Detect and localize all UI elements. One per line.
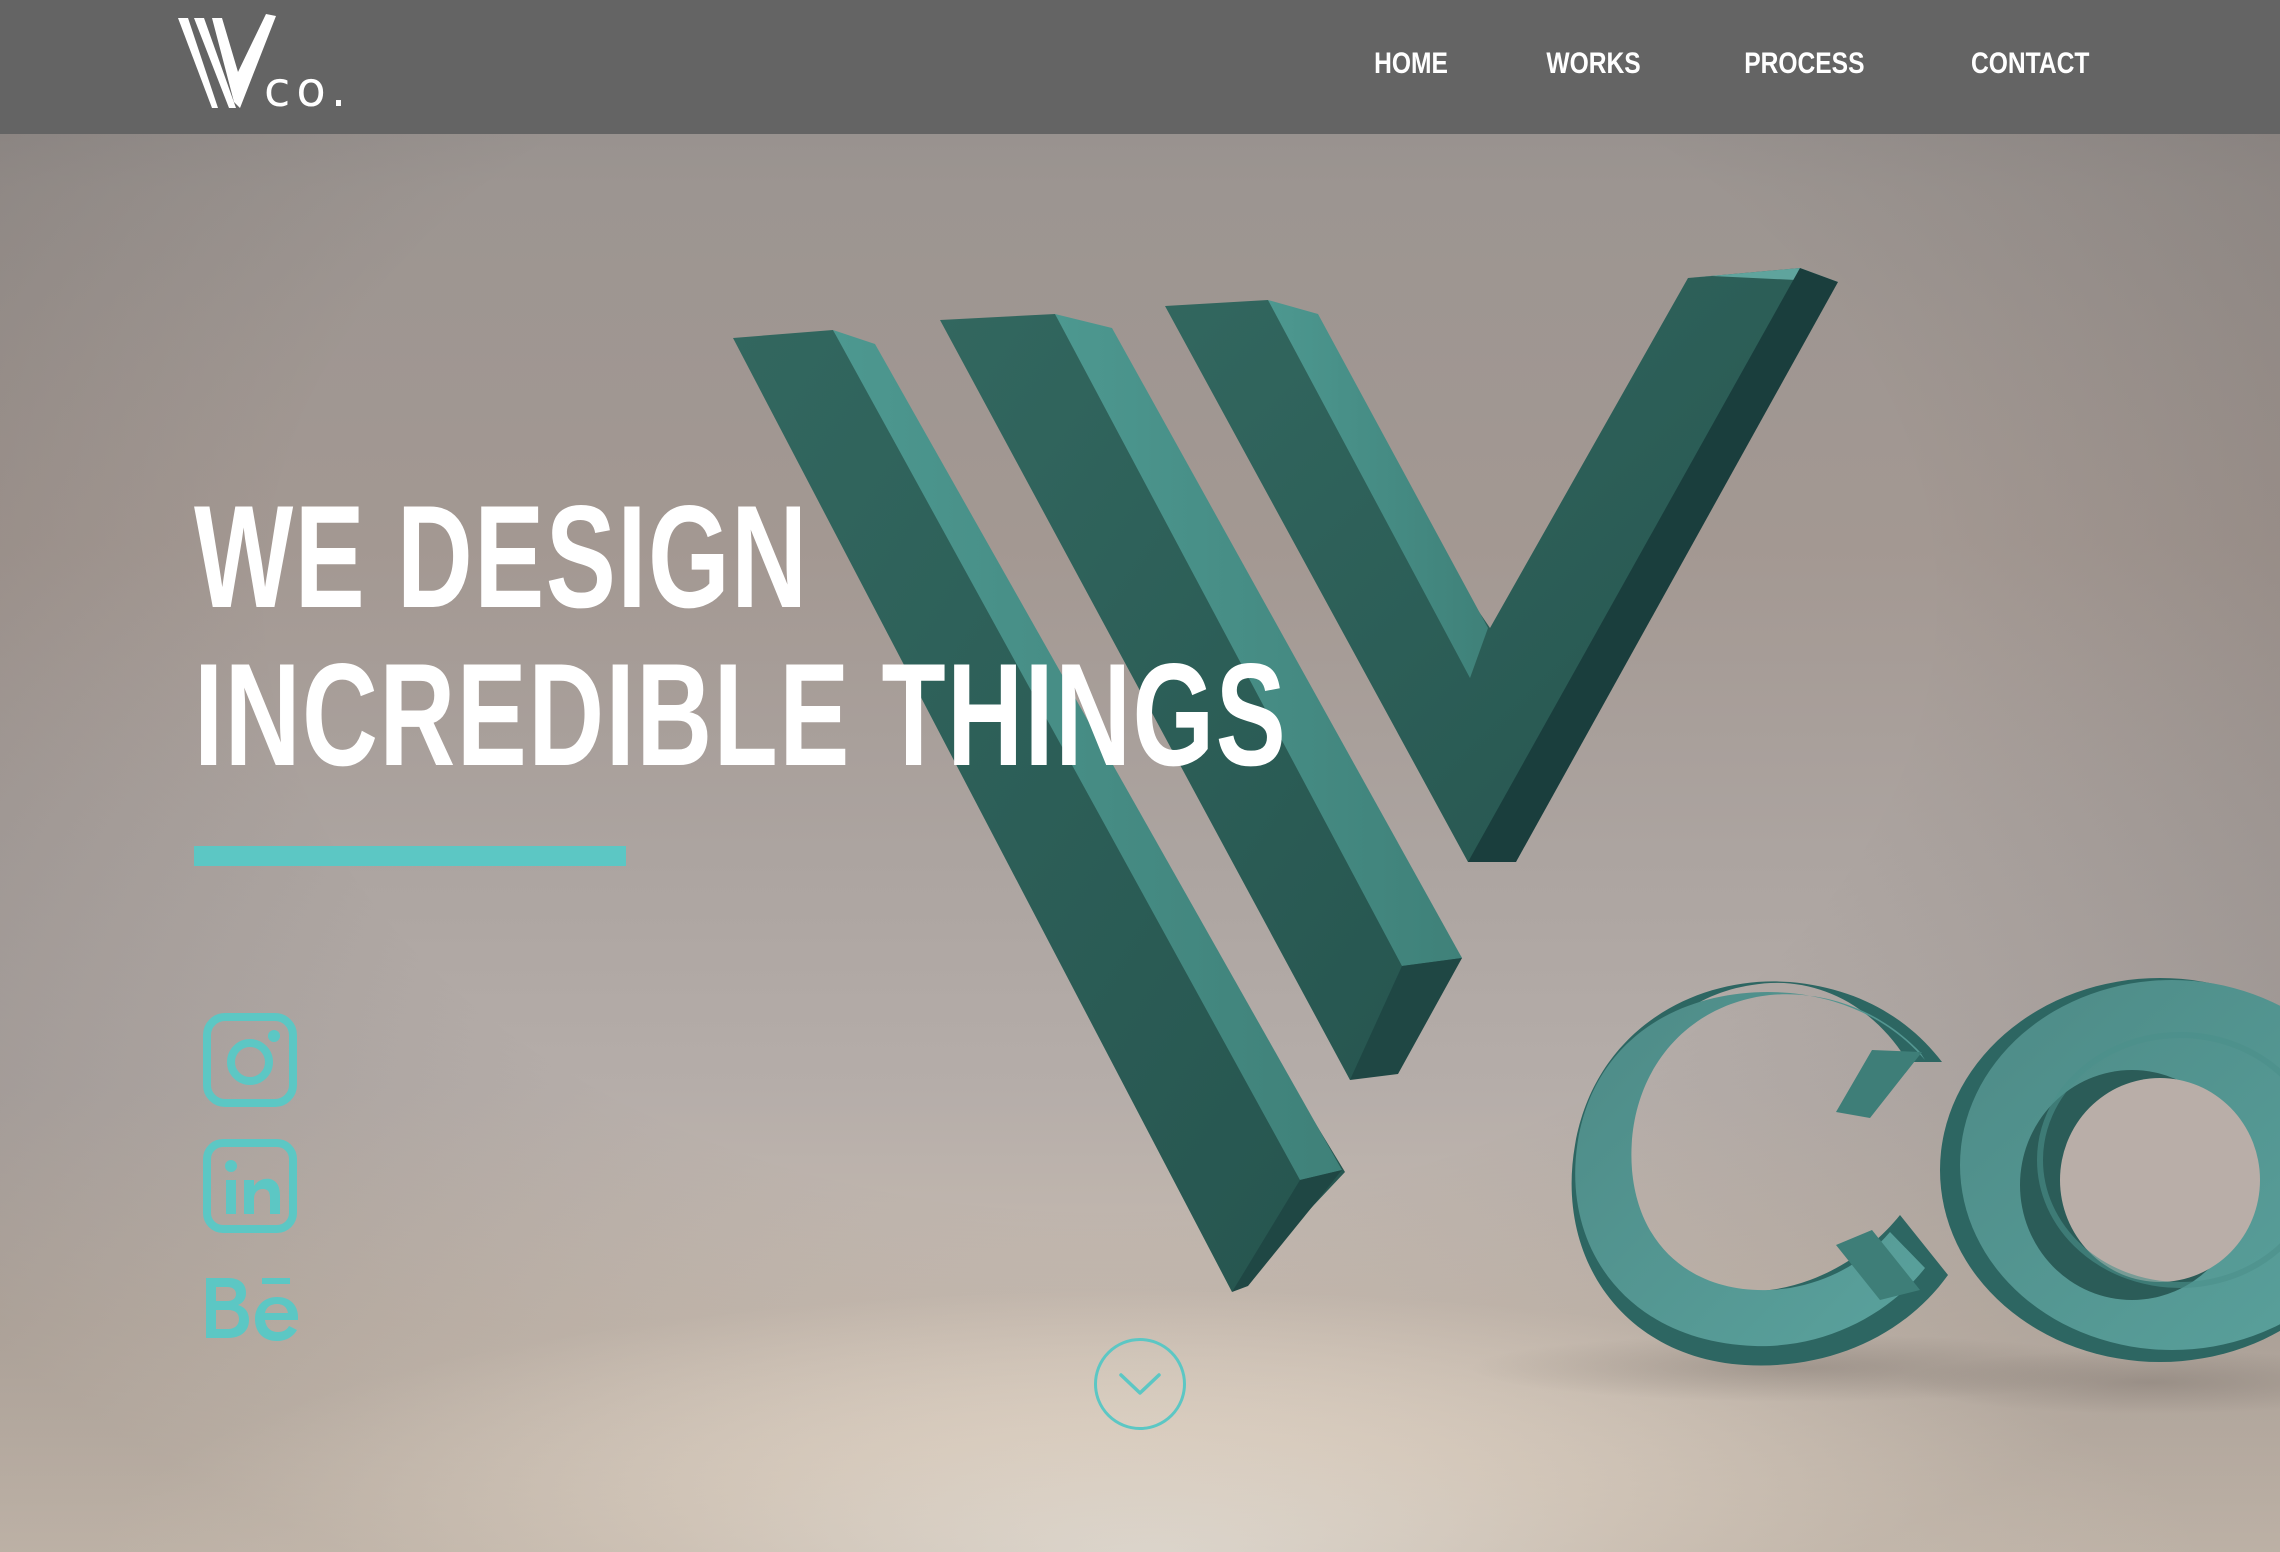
linkedin-link[interactable] [202, 1138, 298, 1234]
nav-contact[interactable]: CONTACT [1971, 47, 2089, 81]
behance-link[interactable] [202, 1268, 299, 1364]
accent-divider [194, 846, 626, 866]
hero-headline: WE DESIGN INCREDIBLE THINGS [194, 478, 1287, 794]
instagram-link[interactable] [202, 1012, 298, 1108]
hero-line-1: WE DESIGN [194, 475, 809, 638]
site-logo[interactable]: co. [178, 14, 358, 120]
nav-works[interactable]: WORKS [1546, 47, 1640, 81]
behance-icon [206, 1278, 299, 1341]
instagram-icon [203, 1013, 297, 1107]
scroll-down-button[interactable] [1094, 1338, 1186, 1430]
hero-line-2: INCREDIBLE THINGS [194, 633, 1288, 796]
chevron-down-icon [1119, 1373, 1161, 1395]
nav-home[interactable]: HOME [1374, 47, 1448, 81]
logo-text: co. [264, 62, 353, 118]
nav-process[interactable]: PROCESS [1744, 47, 1864, 81]
main-nav: HOME WORKS PROCESS CONTACT [1366, 0, 2102, 128]
site-header: co. HOME WORKS PROCESS CONTACT [0, 0, 2280, 134]
linkedin-icon [203, 1139, 297, 1233]
